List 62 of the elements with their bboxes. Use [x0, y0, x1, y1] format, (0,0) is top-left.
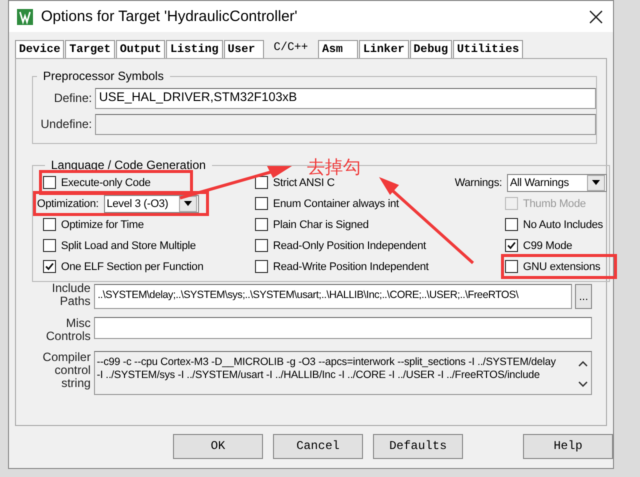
tab[interactable]: Linker — [359, 40, 409, 58]
dropdown[interactable]: All Warnings — [507, 174, 607, 192]
tab[interactable]: Device — [15, 40, 64, 58]
checkbox-label: No Auto Includes — [523, 218, 603, 230]
checkbox-label: Enum Container always int — [273, 198, 399, 210]
app-logo-icon — [17, 8, 33, 24]
dropdown[interactable]: Level 3 (-O3) — [104, 194, 199, 212]
select-label: Optimization: — [37, 198, 99, 210]
checkbox[interactable] — [255, 218, 268, 231]
checkbox[interactable] — [505, 239, 518, 252]
group-title: Preprocessor Symbols — [42, 69, 165, 83]
tab[interactable]: User — [224, 40, 264, 58]
define-field[interactable]: USE_HAL_DRIVER,STM32F103xB — [95, 88, 596, 108]
checkbox[interactable] — [43, 239, 56, 252]
field-label: Misc Controls — [44, 317, 92, 343]
checkbox[interactable] — [255, 239, 268, 252]
tab[interactable]: Target — [65, 40, 115, 58]
dialog-button[interactable]: Cancel — [273, 434, 363, 458]
compiler-string-field: --c99 -c --cpu Cortex-M3 -D__MICROLIB -g -O3 --apcs=interwork --split_sections -I ../SYSTEM/delay -I ../SYSTEM/sys -I ../SYSTEM/usart -I ../HALLIB/Inc -I ../CORE -I ../USER -I ../FreeRTOS/include — [94, 351, 592, 395]
dropdown-arrow-icon[interactable] — [184, 201, 192, 206]
checkbox-label: Thumb Mode — [523, 198, 586, 210]
checkbox[interactable] — [43, 176, 56, 189]
checkbox-label: Read-Write Position Independent — [273, 260, 429, 272]
checkbox-label: GNU extensions — [523, 260, 600, 272]
scroll-down-icon[interactable] — [578, 381, 588, 388]
tab[interactable]: Utilities — [453, 40, 524, 58]
dialog-button[interactable]: Defaults — [373, 434, 463, 458]
checkbox[interactable] — [255, 260, 268, 273]
checkbox[interactable] — [43, 260, 56, 273]
checkbox-label: Strict ANSI C — [273, 176, 335, 188]
field-label: Undefine: — [40, 117, 93, 131]
tab[interactable]: Output — [116, 40, 166, 58]
checkbox[interactable] — [505, 218, 518, 231]
dialog-button[interactable]: Help — [523, 434, 613, 458]
field-label: Compiler control string — [42, 351, 92, 390]
annotation-text: 去掉勾 — [307, 156, 361, 178]
field-label: Define: — [52, 91, 93, 105]
browse-button[interactable]: ... — [575, 284, 592, 309]
checkbox[interactable] — [255, 176, 268, 189]
tab[interactable]: Debug — [410, 40, 452, 58]
checkbox-label: Execute-only Code — [61, 176, 151, 188]
misc-controls-field[interactable] — [94, 317, 592, 339]
checkbox[interactable] — [255, 197, 268, 210]
checkbox[interactable] — [43, 218, 56, 231]
checkbox-label: Split Load and Store Multiple — [61, 240, 196, 252]
undefine-field[interactable] — [95, 114, 596, 134]
select-label: Warnings: — [454, 176, 502, 188]
window-title: Options for Target 'HydraulicController' — [41, 8, 298, 25]
checkbox-label: One ELF Section per Function — [61, 260, 204, 272]
field-label: Include Paths — [50, 282, 92, 308]
checkbox-label: Plain Char is Signed — [273, 218, 369, 230]
include-paths-field[interactable]: ..\SYSTEM\delay;..\SYSTEM\sys;..\SYSTEM\usart;..\HALLIB\Inc;..\CORE;..\USER;..\FreeRTOS\ — [94, 284, 572, 309]
close-icon[interactable] — [589, 10, 603, 24]
scroll-up-icon[interactable] — [578, 360, 588, 367]
checkbox[interactable] — [505, 260, 518, 273]
checkbox-label: Read-Only Position Independent — [273, 240, 426, 252]
checkbox-label: C99 Mode — [523, 240, 572, 252]
tab[interactable]: Asm — [318, 40, 358, 58]
tab[interactable]: Listing — [166, 40, 223, 58]
dropdown-arrow-icon[interactable] — [592, 180, 600, 185]
checkbox-label: Optimize for Time — [61, 218, 144, 230]
dialog-button[interactable]: OK — [173, 434, 263, 458]
